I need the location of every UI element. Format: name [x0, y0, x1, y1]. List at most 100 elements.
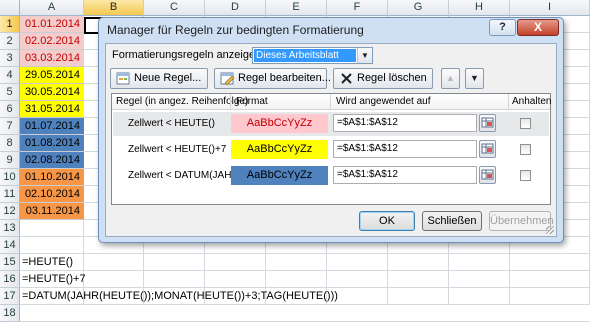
row-header-7[interactable]: 7 — [0, 118, 20, 135]
edit-rule-label: Regel bearbeiten... — [238, 72, 331, 84]
row-header-12[interactable]: 12 — [0, 203, 20, 220]
rule-row[interactable]: Zellwert < HEUTE()+7 AaBbCcYyZz =$A$1:$A$1… — [113, 138, 549, 162]
column-header-format[interactable]: Format — [236, 96, 268, 107]
applies-to-input[interactable]: =$A$1:$A$12 — [333, 114, 477, 132]
row-gridline — [20, 253, 590, 254]
delete-rule-icon — [341, 73, 352, 84]
apply-button[interactable]: Übernehmen — [489, 211, 554, 231]
edit-rule-button[interactable]: Regel bearbeiten... — [214, 68, 331, 89]
collapse-dialog-button[interactable] — [479, 140, 496, 158]
delete-rule-button[interactable]: Regel löschen — [333, 68, 433, 89]
rule-name: Zellwert < HEUTE() — [128, 118, 215, 129]
row-gridline — [20, 270, 590, 271]
row-header-1[interactable]: 1 — [0, 16, 20, 33]
cell-a9[interactable]: 02.08.2014 — [20, 152, 84, 169]
cell-a3[interactable]: 03.03.2014 — [20, 50, 84, 67]
column-header-h[interactable]: H — [449, 0, 510, 16]
column-divider — [508, 94, 509, 110]
applies-to-input[interactable]: =$A$1:$A$12 — [333, 140, 477, 158]
cell-a7[interactable]: 01.07.2014 — [20, 118, 84, 135]
column-header-f[interactable]: F — [327, 0, 388, 16]
chevron-down-icon[interactable]: ▼ — [357, 48, 372, 63]
cell-a12[interactable]: 03.11.2014 — [20, 203, 84, 220]
format-preview: AaBbCcYyZz — [231, 114, 328, 133]
collapse-dialog-button[interactable] — [479, 166, 496, 184]
arrow-down-icon: ▼ — [470, 73, 479, 83]
close-window-button[interactable]: X — [517, 19, 559, 36]
column-header-stop[interactable]: Anhalten — [512, 96, 551, 107]
range-select-icon — [481, 143, 494, 154]
new-rule-button[interactable]: Neue Regel... — [110, 68, 208, 89]
ok-button[interactable]: OK — [359, 211, 415, 231]
close-button[interactable]: Schließen — [422, 211, 482, 231]
rule-row[interactable]: Zellwert < DATUM(JAH... AaBbCcYyZz =$A$1:$… — [113, 164, 549, 188]
cell-a6[interactable]: 31.05.2014 — [20, 101, 84, 118]
cell-a17-formula[interactable]: =DATUM(JAHR(HEUTE());MONAT(HEUTE())+3;TA… — [22, 288, 338, 305]
column-header-applies-to[interactable]: Wird angewendet auf — [336, 96, 431, 107]
rules-list[interactable]: Regel (in angez. Reihenfolge) Format Wir… — [111, 93, 551, 205]
new-rule-label: Neue Regel... — [134, 72, 202, 84]
row-header-16[interactable]: 16 — [0, 271, 20, 288]
rules-toolbar: Neue Regel... Regel bearbeiten... Regel … — [110, 68, 552, 90]
row-header-3[interactable]: 3 — [0, 50, 20, 67]
row-header-13[interactable]: 13 — [0, 220, 20, 237]
move-down-button[interactable]: ▼ — [465, 68, 484, 89]
range-select-icon — [481, 169, 494, 180]
cell-a4[interactable]: 29.05.2014 — [20, 67, 84, 84]
row-header-11[interactable]: 11 — [0, 186, 20, 203]
row-header-5[interactable]: 5 — [0, 84, 20, 101]
row-header-6[interactable]: 6 — [0, 101, 20, 118]
cell-a1[interactable]: 01.01.2014 — [20, 16, 84, 33]
column-header-rule[interactable]: Regel (in angez. Reihenfolge) — [116, 96, 248, 107]
column-header-e[interactable]: E — [266, 0, 327, 16]
arrow-up-icon: ▲ — [446, 73, 455, 83]
format-preview: AaBbCcYyZz — [231, 166, 328, 185]
dialog-title: Manager für Regeln zur bedingten Formati… — [107, 23, 364, 37]
edit-rule-icon — [220, 72, 235, 85]
row-header-18[interactable]: 18 — [0, 305, 20, 322]
row-header-8[interactable]: 8 — [0, 135, 20, 152]
column-header-i[interactable]: I — [510, 0, 590, 16]
dialog-body: Formatierungsregeln anzeigen für: Dieses… — [105, 43, 557, 237]
rules-list-header: Regel (in angez. Reihenfolge) Format Wir… — [112, 94, 551, 110]
cell-a16-formula[interactable]: =HEUTE()+7 — [22, 271, 86, 288]
column-header-c[interactable]: C — [144, 0, 205, 16]
range-select-icon — [481, 117, 494, 128]
column-header-b[interactable]: B — [84, 0, 144, 16]
rule-name: Zellwert < DATUM(JAH... — [128, 170, 240, 181]
applies-to-input[interactable]: =$A$1:$A$12 — [333, 166, 477, 184]
cell-a10[interactable]: 01.10.2014 — [20, 169, 84, 186]
stop-if-true-checkbox[interactable] — [520, 118, 531, 129]
cell-a8[interactable]: 01.08.2014 — [20, 135, 84, 152]
stop-if-true-checkbox[interactable] — [520, 170, 531, 181]
select-all-corner[interactable] — [0, 0, 20, 16]
column-header-a[interactable]: A — [20, 0, 84, 16]
delete-rule-label: Regel löschen — [357, 72, 427, 84]
cell-a2[interactable]: 02.02.2014 — [20, 33, 84, 50]
row-header-14[interactable]: 14 — [0, 237, 20, 254]
show-rules-dropdown[interactable]: Dieses Arbeitsblatt ▼ — [252, 47, 373, 64]
row-header-15[interactable]: 15 — [0, 254, 20, 271]
cell-a11[interactable]: 02.10.2014 — [20, 186, 84, 203]
cell-a15-formula[interactable]: =HEUTE() — [22, 254, 73, 271]
cell-a5[interactable]: 30.05.2014 — [20, 84, 84, 101]
dialog-titlebar[interactable]: Manager für Regeln zur bedingten Formati… — [99, 18, 563, 42]
column-divider — [230, 94, 231, 110]
format-preview: AaBbCcYyZz — [231, 140, 328, 159]
rule-row[interactable]: Zellwert < HEUTE() AaBbCcYyZz =$A$1:$A$12 — [113, 112, 549, 136]
collapse-dialog-button[interactable] — [479, 114, 496, 132]
row-header-10[interactable]: 10 — [0, 169, 20, 186]
resize-grip[interactable] — [546, 226, 554, 234]
stop-if-true-checkbox[interactable] — [520, 144, 531, 155]
column-header-g[interactable]: G — [388, 0, 449, 16]
column-header-d[interactable]: D — [205, 0, 266, 16]
row-header-9[interactable]: 9 — [0, 152, 20, 169]
rule-name: Zellwert < HEUTE()+7 — [128, 144, 227, 155]
row-header-17[interactable]: 17 — [0, 288, 20, 305]
row-header-2[interactable]: 2 — [0, 33, 20, 50]
help-button[interactable]: ? — [489, 19, 516, 36]
row-header-4[interactable]: 4 — [0, 67, 20, 84]
move-up-button[interactable]: ▲ — [441, 68, 460, 89]
show-rules-selected-value: Dieses Arbeitsblatt — [254, 49, 356, 62]
conditional-formatting-rules-manager-dialog: Manager für Regeln zur bedingten Formati… — [98, 17, 564, 243]
